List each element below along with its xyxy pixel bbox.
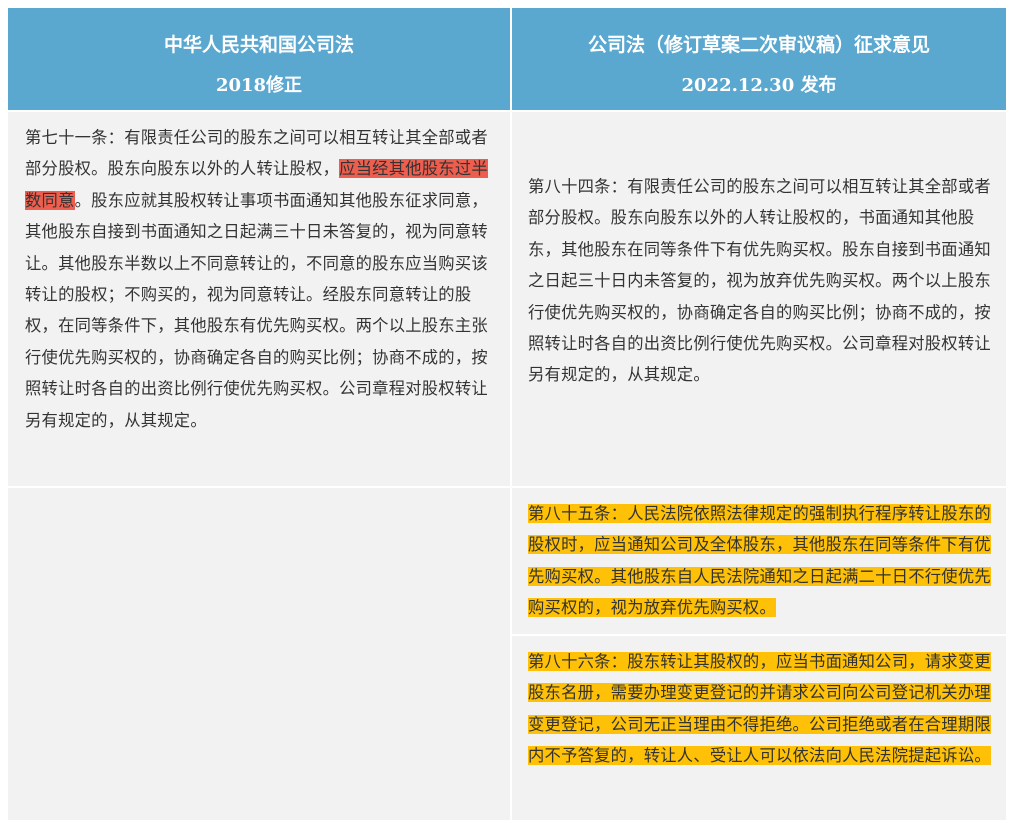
article-71-text: 第七十一条：有限责任公司的股东之间可以相互转让其全部或者部分股权。股东向股东以外… xyxy=(25,128,488,430)
article-86-text: 第八十六条：股东转让其股权的，应当书面通知公司，请求变更股东名册，需要办理变更登… xyxy=(528,646,994,772)
header-left: 中华人民共和国公司法 2018修正 xyxy=(8,8,510,110)
header-right: 公司法（修订草案二次审议稿）征求意见 2022.12.30 发布 xyxy=(512,8,1006,110)
cell-right-article-84: 第八十四条：有限责任公司的股东之间可以相互转让其全部或者部分股权。股东向股东以外… xyxy=(512,112,1006,486)
header-left-title: 中华人民共和国公司法 xyxy=(163,34,354,56)
header-right-title: 公司法（修订草案二次审议稿）征求意见 xyxy=(587,34,930,56)
article-84-text: 第八十四条：有限责任公司的股东之间可以相互转让其全部或者部分股权。股东向股东以外… xyxy=(528,177,991,385)
cell-right-article-85: 第八十五条：人民法院依照法律规定的强制执行程序转让股东的股权时，应当通知公司及全… xyxy=(512,488,1006,634)
header-right-subtitle: 2022.12.30 发布 xyxy=(681,75,837,96)
highlight-yellow: 第八十六条：股东转让其股权的，应当书面通知公司，请求变更股东名册，需要办理变更登… xyxy=(528,652,991,766)
highlight-yellow: 第八十五条：人民法院依照法律规定的强制执行程序转让股东的股权时，应当通知公司及全… xyxy=(528,504,991,618)
header-left-subtitle: 2018修正 xyxy=(215,75,303,96)
article-85-text: 第八十五条：人民法院依照法律规定的强制执行程序转让股东的股权时，应当通知公司及全… xyxy=(528,498,994,624)
comparison-table: 中华人民共和国公司法 2018修正 公司法（修订草案二次审议稿）征求意见 202… xyxy=(0,0,1015,832)
cell-left-empty xyxy=(8,488,510,820)
cell-left-article-71: 第七十一条：有限责任公司的股东之间可以相互转让其全部或者部分股权。股东向股东以外… xyxy=(8,112,510,486)
cell-right-article-86: 第八十六条：股东转让其股权的，应当书面通知公司，请求变更股东名册，需要办理变更登… xyxy=(512,636,1006,820)
